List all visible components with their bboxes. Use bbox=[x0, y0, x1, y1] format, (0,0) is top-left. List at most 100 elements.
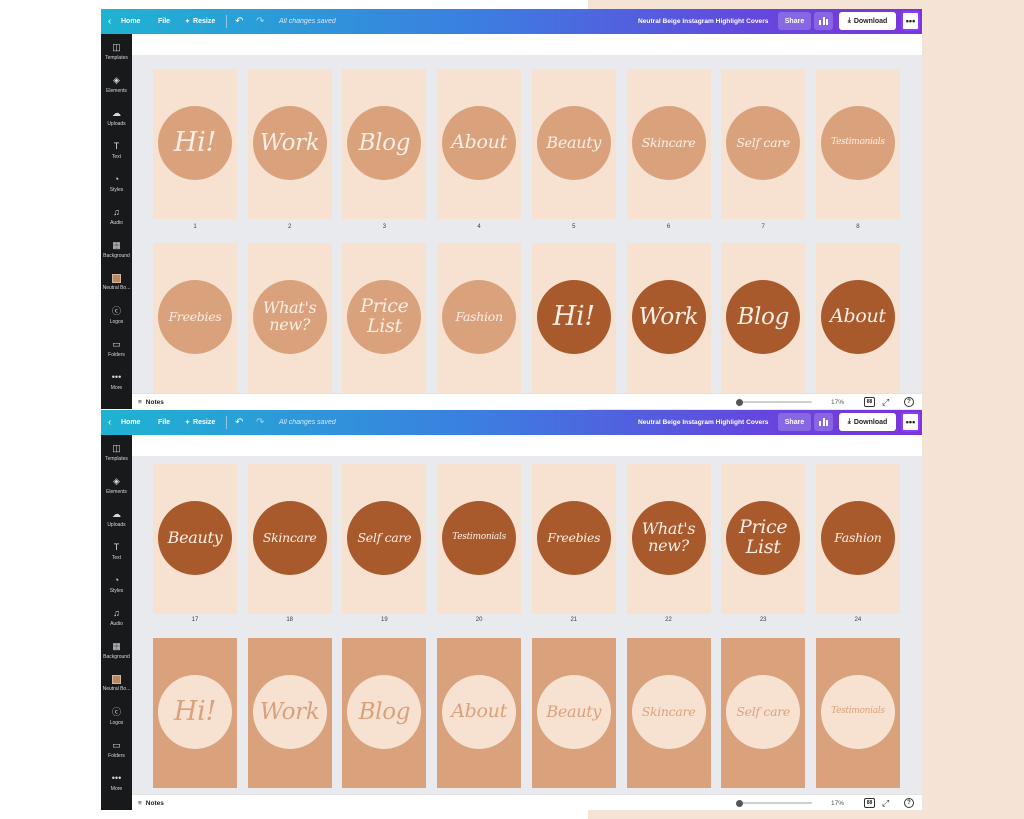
resize-button[interactable]: ✦ Resize bbox=[185, 410, 215, 435]
design-page[interactable]: Skincare bbox=[247, 464, 332, 614]
sidebar-item-audio[interactable]: ♫ Audio bbox=[101, 607, 132, 637]
design-page[interactable]: Beauty bbox=[153, 464, 237, 614]
highlight-circle: Self care bbox=[347, 501, 422, 575]
design-page[interactable]: About bbox=[437, 69, 522, 219]
sparkle-icon: ✦ bbox=[185, 420, 191, 426]
sidebar-item-styles[interactable]: ◔ Styles bbox=[101, 173, 132, 203]
redo-icon[interactable]: ↷ bbox=[256, 9, 264, 34]
design-title[interactable]: Neutral Beige Instagram Highlight Covers bbox=[638, 9, 768, 34]
design-page[interactable]: Hi! bbox=[153, 638, 237, 788]
design-page[interactable]: About bbox=[815, 243, 900, 393]
zoom-slider-track[interactable] bbox=[736, 401, 812, 403]
sidebar-item-folders[interactable]: ▭ Folders bbox=[101, 739, 132, 769]
more-options-button[interactable]: ••• bbox=[901, 11, 920, 31]
sidebar-item-templates[interactable]: ◫ Templates bbox=[101, 442, 132, 472]
design-page[interactable]: Self care bbox=[721, 638, 806, 788]
design-page[interactable]: Price List bbox=[342, 243, 427, 393]
help-button[interactable]: ? bbox=[904, 798, 914, 808]
more-icon: ••• bbox=[111, 773, 122, 783]
insights-button[interactable] bbox=[814, 413, 833, 431]
sidebar-item-uploads[interactable]: ☁ Uploads bbox=[101, 107, 132, 137]
design-page[interactable]: Skincare bbox=[626, 638, 711, 788]
sidebar-item-text[interactable]: T Text bbox=[101, 541, 132, 571]
design-page[interactable]: Beauty bbox=[531, 69, 616, 219]
sidebar-item-neutral-board[interactable]: Neutral Bo... bbox=[101, 673, 132, 703]
design-page[interactable]: Hi! bbox=[531, 243, 616, 393]
design-page[interactable]: About bbox=[437, 638, 522, 788]
zoom-slider-handle[interactable] bbox=[736, 398, 743, 406]
sidebar-item-elements[interactable]: ◈ Elements bbox=[101, 74, 132, 104]
sidebar-item-background[interactable]: ▦ Background bbox=[101, 239, 132, 269]
redo-icon[interactable]: ↷ bbox=[256, 410, 264, 435]
sidebar-item-more[interactable]: ••• More bbox=[101, 772, 132, 802]
sidebar-item-styles[interactable]: ◔ Styles bbox=[101, 574, 132, 604]
sidebar-item-uploads[interactable]: ☁ Uploads bbox=[101, 508, 132, 538]
design-page[interactable]: Freebies bbox=[153, 243, 237, 393]
highlight-circle: Skincare bbox=[631, 106, 706, 180]
sidebar-item-logos[interactable]: ⓒ Logos bbox=[101, 706, 132, 736]
undo-icon[interactable]: ↶ bbox=[235, 9, 243, 34]
insights-button[interactable] bbox=[814, 12, 833, 30]
design-page[interactable]: Self care bbox=[342, 464, 427, 614]
highlight-circle: Work bbox=[252, 106, 327, 180]
design-page[interactable]: Price List bbox=[721, 464, 806, 614]
share-button[interactable]: Share bbox=[778, 12, 811, 30]
zoom-level[interactable]: 17% bbox=[831, 394, 844, 409]
design-page[interactable]: Fashion bbox=[437, 243, 522, 393]
zoom-slider-track[interactable] bbox=[736, 802, 812, 804]
design-page[interactable]: Testimonials bbox=[815, 638, 900, 788]
fullscreen-icon[interactable]: ⤢ bbox=[882, 394, 889, 409]
help-button[interactable]: ? bbox=[904, 397, 914, 407]
download-icon: ⤓ bbox=[847, 418, 851, 425]
fullscreen-icon[interactable]: ⤢ bbox=[882, 795, 889, 810]
highlight-circle: Blog bbox=[347, 675, 422, 749]
design-page[interactable]: Freebies bbox=[531, 464, 616, 614]
sidebar-item-templates[interactable]: ◫ Templates bbox=[101, 41, 132, 71]
design-page[interactable]: Work bbox=[247, 69, 332, 219]
file-menu-button[interactable]: File bbox=[158, 9, 170, 34]
design-page[interactable]: Skincare bbox=[626, 69, 711, 219]
sidebar-item-background[interactable]: ▦ Background bbox=[101, 640, 132, 670]
templates-icon: ◫ bbox=[112, 42, 121, 52]
design-page[interactable]: Blog bbox=[342, 69, 427, 219]
design-page[interactable]: Blog bbox=[342, 638, 427, 788]
undo-icon[interactable]: ↶ bbox=[235, 410, 243, 435]
sidebar-item-more[interactable]: ••• More bbox=[101, 371, 132, 401]
zoom-level[interactable]: 17% bbox=[831, 795, 844, 810]
chevron-left-icon[interactable]: ‹ bbox=[108, 9, 111, 34]
grid-view-button[interactable]: 88 bbox=[864, 798, 875, 808]
chevron-left-icon[interactable]: ‹ bbox=[108, 410, 111, 435]
design-page[interactable]: Blog bbox=[721, 243, 806, 393]
design-page[interactable]: Hi! bbox=[153, 69, 237, 219]
more-options-button[interactable]: ••• bbox=[901, 412, 920, 432]
sidebar-item-text[interactable]: T Text bbox=[101, 140, 132, 170]
design-page[interactable]: Work bbox=[247, 638, 332, 788]
design-page[interactable]: What's new? bbox=[247, 243, 332, 393]
sidebar-item-audio[interactable]: ♫ Audio bbox=[101, 206, 132, 236]
download-button[interactable]: ⤓ Download bbox=[839, 12, 896, 30]
notes-button[interactable]: ≡ Notes bbox=[138, 795, 164, 810]
sidebar-item-folders[interactable]: ▭ Folders bbox=[101, 338, 132, 368]
file-menu-button[interactable]: File bbox=[158, 410, 170, 435]
resize-button[interactable]: ✦ Resize bbox=[185, 9, 215, 34]
sidebar-item-neutral-board[interactable]: Neutral Bo... bbox=[101, 272, 132, 302]
share-button[interactable]: Share bbox=[778, 413, 811, 431]
design-page[interactable]: Fashion bbox=[815, 464, 900, 614]
highlight-circle: Freebies bbox=[536, 501, 611, 575]
notes-button[interactable]: ≡ Notes bbox=[138, 394, 164, 409]
design-title[interactable]: Neutral Beige Instagram Highlight Covers bbox=[638, 410, 768, 435]
design-page[interactable]: Beauty bbox=[531, 638, 616, 788]
download-button[interactable]: ⤓ Download bbox=[839, 413, 896, 431]
home-button[interactable]: Home bbox=[121, 9, 140, 34]
zoom-slider-handle[interactable] bbox=[736, 799, 743, 807]
sidebar-item-logos[interactable]: ⓒ Logos bbox=[101, 305, 132, 335]
design-page[interactable]: Testimonials bbox=[815, 69, 900, 219]
save-status: All changes saved bbox=[279, 18, 336, 25]
grid-view-button[interactable]: 88 bbox=[864, 397, 875, 407]
design-page[interactable]: Self care bbox=[721, 69, 806, 219]
design-page[interactable]: What's new? bbox=[626, 464, 711, 614]
sidebar-item-elements[interactable]: ◈ Elements bbox=[101, 475, 132, 505]
home-button[interactable]: Home bbox=[121, 410, 140, 435]
design-page[interactable]: Work bbox=[626, 243, 711, 393]
design-page[interactable]: Testimonials bbox=[437, 464, 522, 614]
